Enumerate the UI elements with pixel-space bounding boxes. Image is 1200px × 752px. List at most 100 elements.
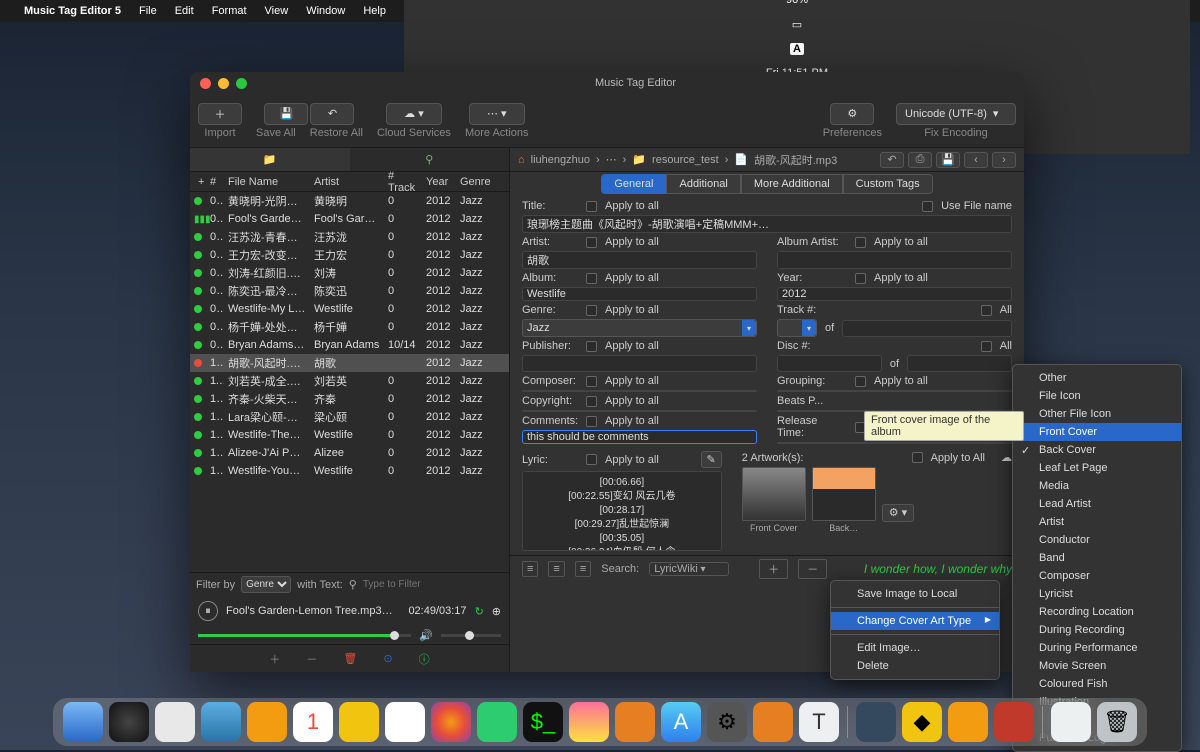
- table-row[interactable]: 08杨千嬅-处处吻…杨千嬅02012Jazz: [190, 318, 509, 336]
- filter-text-input[interactable]: [363, 579, 503, 590]
- cloud-services-button[interactable]: ☁ ▾: [386, 103, 442, 125]
- save-single-button[interactable]: 💾: [936, 152, 960, 168]
- dock-notes[interactable]: [339, 702, 379, 742]
- release-input[interactable]: [777, 442, 1012, 444]
- album-input[interactable]: Westlife: [522, 287, 757, 301]
- cover-type-option[interactable]: Band: [1013, 549, 1181, 567]
- menu-edit[interactable]: Edit: [175, 5, 194, 17]
- comments-apply-checkbox[interactable]: [586, 416, 597, 427]
- composer-apply-checkbox[interactable]: [586, 376, 597, 387]
- cover-type-option[interactable]: Other File Icon: [1013, 405, 1181, 423]
- title-input[interactable]: 琅琊榜主题曲《风起时》-胡歌演唱+定稿MMM+…: [522, 215, 1012, 233]
- apply-button[interactable]: ⊙: [383, 652, 392, 665]
- artwork-add-button[interactable]: ＋: [759, 559, 788, 579]
- cover-type-option[interactable]: During Performance: [1013, 639, 1181, 657]
- restore-all-button[interactable]: ↶: [310, 103, 354, 125]
- dock-calendar[interactable]: 1: [293, 702, 333, 742]
- lyric-textarea[interactable]: [00:06.66][00:22.55]变幻 风云几卷[00:28.17][00…: [522, 471, 722, 551]
- publisher-apply-checkbox[interactable]: [586, 341, 597, 352]
- artist-apply-checkbox[interactable]: [586, 237, 597, 248]
- grouping-apply-checkbox[interactable]: [855, 376, 866, 387]
- table-row[interactable]: 14Westlife-The…Westlife02012Jazz: [190, 426, 509, 444]
- track-all-checkbox[interactable]: [981, 305, 992, 316]
- add-file-button[interactable]: ＋: [269, 651, 280, 667]
- repeat-button[interactable]: ↻: [475, 605, 484, 618]
- artist-input[interactable]: 胡歌: [522, 251, 757, 269]
- dock-app3[interactable]: [948, 702, 988, 742]
- table-row[interactable]: 01黄晓明-光阴的…黄晓明02012Jazz: [190, 192, 509, 210]
- dock-sketch[interactable]: ◆: [902, 702, 942, 742]
- menu-view[interactable]: View: [265, 5, 289, 17]
- cover-type-option[interactable]: Lyricist: [1013, 585, 1181, 603]
- info-action-button[interactable]: ⓘ: [419, 651, 430, 667]
- tab-general[interactable]: General: [601, 174, 666, 194]
- dock-messages[interactable]: [477, 702, 517, 742]
- remove-file-button[interactable]: －: [306, 651, 317, 667]
- dock-trash[interactable]: 🗑: [1097, 702, 1137, 742]
- delete-button[interactable]: 🗑: [343, 652, 357, 665]
- folder-tab[interactable]: 📁: [190, 148, 350, 171]
- cover-type-option[interactable]: Recording Location: [1013, 603, 1181, 621]
- crumb-file[interactable]: 胡歌-风起时.mp3: [754, 152, 837, 168]
- cover-type-option[interactable]: Lead Artist: [1013, 495, 1181, 513]
- crumb-folder[interactable]: resource_test: [652, 154, 719, 166]
- battery-percent[interactable]: 90%: [786, 0, 808, 6]
- menu-change-cover-type[interactable]: Change Cover Art Type: [831, 612, 999, 630]
- copyright-input[interactable]: [522, 410, 757, 412]
- col-artist[interactable]: Artist: [310, 176, 384, 188]
- import-button[interactable]: ＋: [198, 103, 242, 125]
- dock-settings[interactable]: ⚙: [707, 702, 747, 742]
- dock-xcode[interactable]: [856, 702, 896, 742]
- grouping-input[interactable]: [777, 390, 1012, 392]
- cover-type-option[interactable]: Media: [1013, 477, 1181, 495]
- dock-music[interactable]: [569, 702, 609, 742]
- search-tab[interactable]: ⚲: [350, 148, 510, 171]
- table-row[interactable]: ▮▮▮02Fool's Garden…Fool's Garden02012Jaz…: [190, 210, 509, 228]
- composer-input[interactable]: [522, 390, 757, 392]
- cover-type-option[interactable]: Movie Screen: [1013, 657, 1181, 675]
- seek-slider[interactable]: [198, 634, 411, 637]
- next-button[interactable]: ›: [992, 152, 1016, 168]
- undo-button[interactable]: ↶: [880, 152, 904, 168]
- cover-type-option[interactable]: Composer: [1013, 567, 1181, 585]
- album-artist-apply-checkbox[interactable]: [855, 237, 866, 248]
- dock-appstore[interactable]: A: [661, 702, 701, 742]
- dock-finder[interactable]: [63, 702, 103, 742]
- cover-type-option[interactable]: Coloured Fish: [1013, 675, 1181, 693]
- table-row[interactable]: 03汪苏泷-青春白…汪苏泷02012Jazz: [190, 228, 509, 246]
- artwork-gear-button[interactable]: ⚙ ▾: [882, 504, 914, 522]
- preferences-button[interactable]: ⚙: [830, 103, 874, 125]
- menu-file[interactable]: File: [139, 5, 157, 17]
- table-row[interactable]: 11刘若英-成全.m…刘若英02012Jazz: [190, 372, 509, 390]
- cover-type-option[interactable]: File Icon: [1013, 387, 1181, 405]
- cover-type-option[interactable]: Other: [1013, 369, 1181, 387]
- tab-additional[interactable]: Additional: [666, 174, 740, 194]
- artwork-remove-button[interactable]: －: [798, 559, 827, 579]
- battery-icon[interactable]: ▭: [792, 18, 802, 31]
- col-genre[interactable]: Genre: [456, 176, 490, 188]
- menu-edit-image[interactable]: Edit Image…: [831, 639, 999, 657]
- dock-document[interactable]: [1051, 702, 1091, 742]
- year-input[interactable]: 2012: [777, 287, 1012, 301]
- dock-siri[interactable]: [109, 702, 149, 742]
- align-center-button[interactable]: ≡: [548, 561, 564, 577]
- add-column-button[interactable]: +: [194, 176, 206, 188]
- menu-format[interactable]: Format: [212, 5, 247, 17]
- table-row[interactable]: 04王力宏-改变自…王力宏02012Jazz: [190, 246, 509, 264]
- cloud-artwork-button[interactable]: ☁: [1001, 451, 1012, 464]
- col-num[interactable]: #: [206, 176, 224, 188]
- volume-slider[interactable]: [441, 634, 501, 637]
- table-row[interactable]: 10胡歌-风起时.m…胡歌2012Jazz: [190, 354, 509, 372]
- dock-app1[interactable]: [753, 702, 793, 742]
- col-year[interactable]: Year: [422, 176, 456, 188]
- genre-apply-checkbox[interactable]: [586, 305, 597, 316]
- minimize-window-button[interactable]: [218, 78, 229, 89]
- album-apply-checkbox[interactable]: [586, 273, 597, 284]
- publisher-input[interactable]: [522, 355, 757, 372]
- table-row[interactable]: 06陈奕迅-最冷一…陈奕迅02012Jazz: [190, 282, 509, 300]
- close-window-button[interactable]: [200, 78, 211, 89]
- table-row[interactable]: 15Alizee-J'Ai Pa…Alizee02012Jazz: [190, 444, 509, 462]
- dock-safari[interactable]: [201, 702, 241, 742]
- encoding-select[interactable]: Unicode (UTF-8)▾: [896, 103, 1016, 125]
- edit-lyric-button[interactable]: ✎: [701, 451, 722, 468]
